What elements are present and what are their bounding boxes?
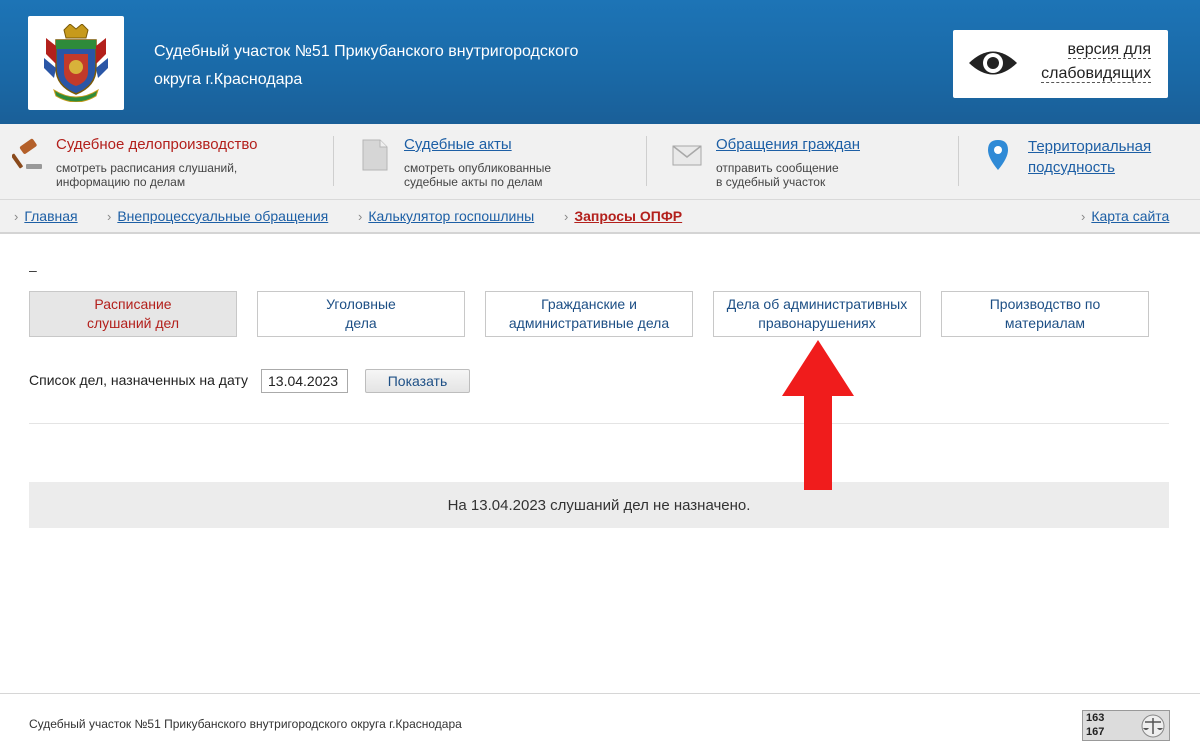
footer-divider bbox=[0, 693, 1200, 694]
low-vision-version-button[interactable]: версия для слабовидящих bbox=[953, 30, 1168, 98]
gavel-icon bbox=[12, 138, 42, 169]
service-desc-line1: смотреть расписания слушаний, bbox=[56, 161, 238, 175]
service-desc-line2: судебные акты по делам bbox=[404, 175, 543, 189]
footer-text: Судебный участок №51 Прикубанского внутр… bbox=[29, 717, 462, 731]
sitemap-label[interactable]: Карта сайта bbox=[1091, 208, 1169, 224]
tab-material-proceedings[interactable]: Производство по материалам bbox=[941, 291, 1149, 337]
divider bbox=[646, 136, 647, 186]
chevron-right-icon: › bbox=[564, 209, 569, 224]
tab-label: Расписание слушаний дел bbox=[87, 295, 179, 333]
breadcrumb: › Главная › Внепроцессуальные обращения › К… bbox=[0, 200, 1200, 234]
breadcrumb-item-fee-calculator[interactable]: › Калькулятор госпошлины bbox=[358, 208, 534, 224]
low-vision-label-line1: версия для bbox=[1067, 41, 1151, 59]
chevron-right-icon: › bbox=[107, 209, 112, 224]
eye-icon bbox=[969, 51, 1017, 75]
service-title-line1: Территориальная bbox=[1028, 138, 1152, 155]
breadcrumb-label[interactable]: Внепроцессуальные обращения bbox=[117, 208, 328, 224]
service-title-line2: подсудность bbox=[1028, 159, 1115, 176]
divider bbox=[29, 423, 1169, 424]
envelope-icon bbox=[672, 145, 702, 166]
breadcrumb-item-extra-procedural[interactable]: › Внепроцессуальные обращения bbox=[107, 208, 328, 224]
chevron-right-icon: › bbox=[358, 209, 363, 224]
breadcrumb-label[interactable]: Запросы ОПФР bbox=[574, 208, 682, 224]
coat-of-arms-icon bbox=[44, 24, 108, 102]
tab-criminal-cases[interactable]: Уголовные дела bbox=[257, 291, 465, 337]
divider bbox=[958, 136, 959, 186]
tab-label-line2: материалам bbox=[1004, 315, 1086, 331]
tab-label-line2: дела bbox=[345, 315, 377, 331]
service-desc-line2: информацию по делам bbox=[56, 175, 186, 189]
tab-label: Уголовные дела bbox=[326, 295, 396, 333]
service-desc: смотреть опубликованные судебные акты по… bbox=[404, 161, 551, 189]
tab-label: Производство по материалам bbox=[990, 295, 1101, 333]
service-desc-line1: отправить сообщение bbox=[716, 161, 839, 175]
divider bbox=[333, 136, 334, 186]
service-desc-line2: в судебный участок bbox=[716, 175, 826, 189]
service-court-proceedings[interactable]: Судебное делопроизводство смотреть распи… bbox=[12, 124, 322, 200]
show-button[interactable]: Показать bbox=[365, 369, 470, 393]
service-citizen-appeals[interactable]: Обращения граждан отправить сообщение в … bbox=[672, 124, 952, 200]
low-vision-label: версия для слабовидящих bbox=[1031, 38, 1151, 86]
service-desc-line1: смотреть опубликованные bbox=[404, 161, 552, 175]
tab-label-line2: правонарушениях bbox=[758, 315, 876, 331]
date-form-label: Список дел, назначенных на дату bbox=[29, 372, 249, 388]
tab-label-line2: слушаний дел bbox=[86, 315, 180, 331]
site-title: Судебный участок №51 Прикубанского внутр… bbox=[154, 38, 634, 94]
service-title[interactable]: Судебные акты bbox=[404, 136, 512, 153]
sitemap-link[interactable]: › Карта сайта bbox=[1081, 208, 1169, 224]
site-title-line1: Судебный участок №51 Прикубанского внутр… bbox=[154, 43, 579, 60]
tab-label-line2: административные дела bbox=[508, 315, 670, 331]
date-input[interactable] bbox=[261, 369, 348, 393]
tab-label: Гражданские и административные дела bbox=[509, 295, 669, 333]
breadcrumb-item-home[interactable]: › Главная bbox=[14, 208, 78, 224]
service-desc: отправить сообщение в судебный участок bbox=[716, 161, 839, 189]
service-court-acts[interactable]: Судебные акты смотреть опубликованные су… bbox=[360, 124, 640, 200]
tab-civil-admin-cases[interactable]: Гражданские и административные дела bbox=[485, 291, 693, 337]
tab-hearing-schedule[interactable]: Расписание слушаний дел bbox=[29, 291, 237, 337]
service-title[interactable]: Территориальная подсудность bbox=[1028, 136, 1151, 178]
service-title[interactable]: Обращения граждан bbox=[716, 136, 860, 153]
tab-label-line1: Дела об административных bbox=[726, 296, 908, 312]
services-strip: Судебное делопроизводство смотреть распи… bbox=[0, 124, 1200, 200]
counter-value-2: 167 bbox=[1086, 726, 1105, 738]
tab-label-line1: Расписание bbox=[94, 296, 172, 312]
tab-label: Дела об административных правонарушениях bbox=[727, 295, 907, 333]
coat-of-arms-logo[interactable] bbox=[28, 16, 124, 110]
breadcrumb-label[interactable]: Калькулятор госпошлины bbox=[368, 208, 534, 224]
document-icon bbox=[362, 139, 388, 171]
map-pin-icon bbox=[988, 140, 1008, 170]
service-title[interactable]: Судебное делопроизводство bbox=[56, 136, 258, 153]
visit-counter[interactable]: 163 167 bbox=[1082, 710, 1170, 741]
tab-label-line1: Производство по bbox=[989, 296, 1101, 312]
service-desc: смотреть расписания слушаний, информацию… bbox=[56, 161, 237, 189]
service-territorial-jurisdiction[interactable]: Территориальная подсудность bbox=[984, 124, 1184, 200]
tab-admin-offense-cases[interactable]: Дела об административных правонарушениях bbox=[713, 291, 921, 337]
tab-label-line1: Гражданские и bbox=[541, 296, 637, 312]
no-hearings-notice: На 13.04.2023 слушаний дел не назначено. bbox=[29, 482, 1169, 528]
chevron-right-icon: › bbox=[14, 209, 19, 224]
scales-icon bbox=[1141, 714, 1165, 738]
low-vision-label-line2: слабовидящих bbox=[1041, 65, 1151, 83]
tab-label-line1: Уголовные bbox=[326, 296, 396, 312]
counter-value-1: 163 bbox=[1086, 712, 1105, 724]
breadcrumb-label[interactable]: Главная bbox=[24, 208, 77, 224]
dash-text: – bbox=[29, 262, 37, 278]
site-header: Судебный участок №51 Прикубанского внутр… bbox=[0, 0, 1200, 124]
breadcrumb-item-opfr-requests[interactable]: › Запросы ОПФР bbox=[564, 208, 682, 224]
chevron-right-icon: › bbox=[1081, 209, 1086, 224]
site-title-line2: округа г.Краснодара bbox=[154, 71, 303, 88]
red-arrow-annotation bbox=[782, 340, 854, 490]
